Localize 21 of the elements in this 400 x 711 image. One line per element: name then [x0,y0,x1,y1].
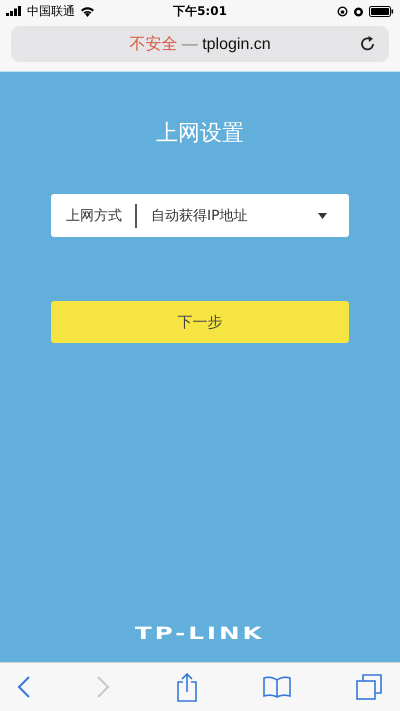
select-field[interactable]: 上网方式 自动获得IP地址 [51,194,349,237]
tabs-icon[interactable] [356,674,382,700]
battery-icon [369,6,394,16]
alarm-icon [353,6,364,16]
address-bar[interactable]: 不安全 — tplogin.cn [11,26,389,62]
signal-icon [6,6,22,16]
next-button[interactable]: 下一步 [51,301,349,343]
field-value: 自动获得IP地址 [151,206,249,224]
logo: TP-LINK [135,624,265,644]
caret-icon [318,212,327,218]
reload-icon[interactable] [359,35,377,53]
share-icon[interactable] [176,672,198,702]
back-icon[interactable] [17,675,31,699]
carrier-name: 中国联通 [27,2,75,20]
page-title: 上网设置 [156,120,244,148]
book-icon[interactable] [262,676,291,698]
clock-time: 下午5:01 [173,2,227,20]
field-label: 上网方式 [66,206,122,224]
rotation-lock-icon [337,6,348,16]
wifi-icon [80,6,95,16]
address-text: 不安全 — tplogin.cn [129,34,271,54]
